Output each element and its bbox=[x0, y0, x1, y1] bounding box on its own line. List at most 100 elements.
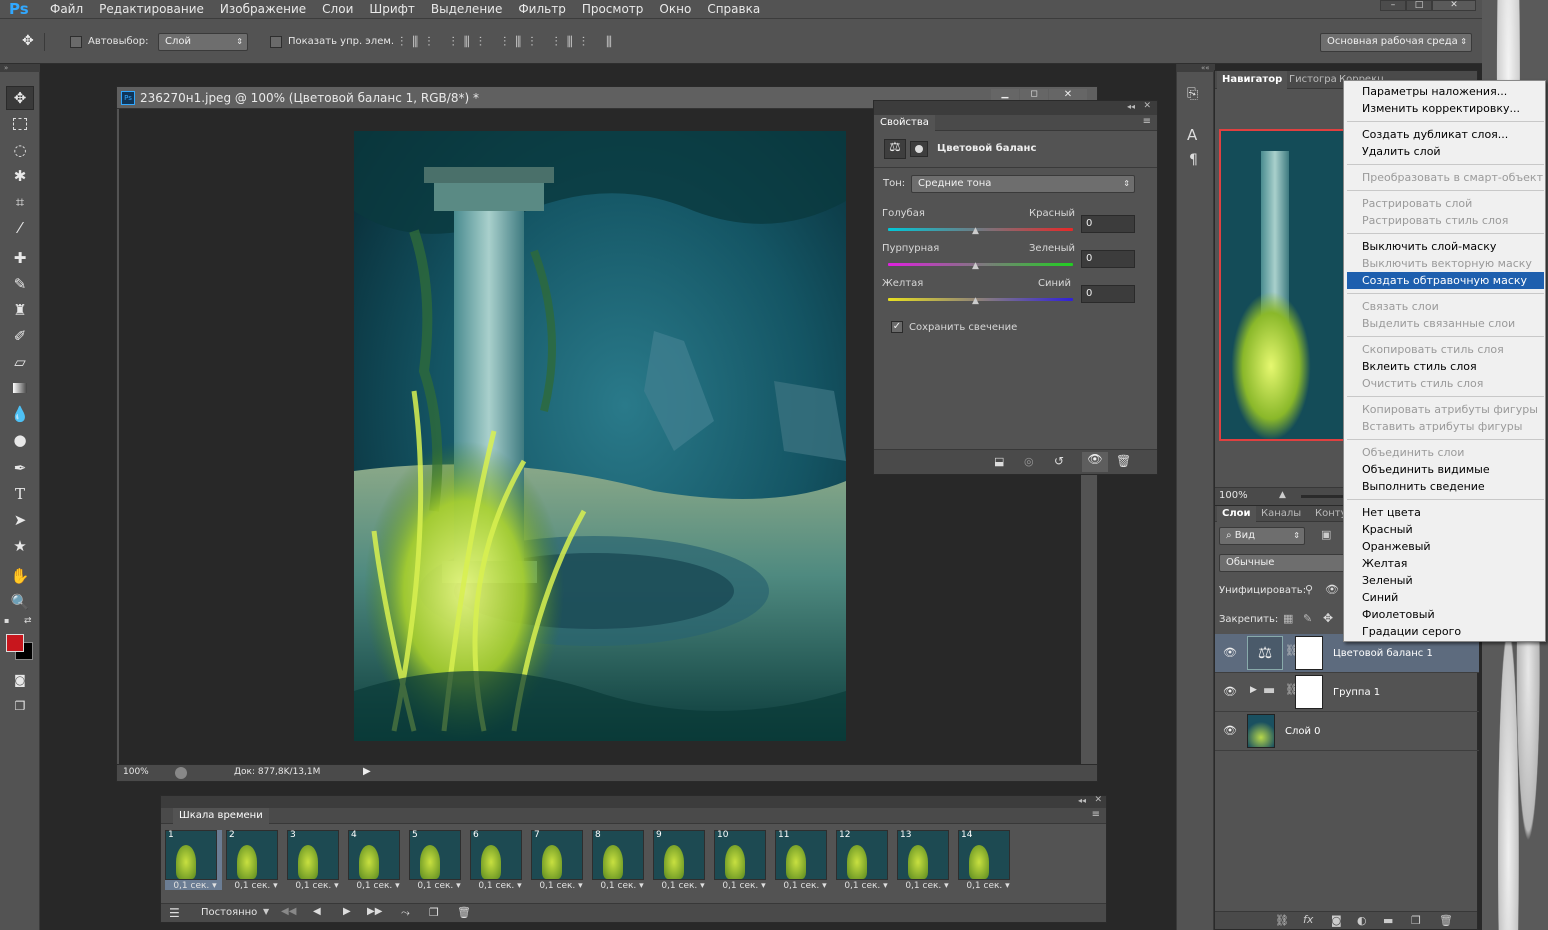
previous-frame-icon[interactable]: ◀ bbox=[313, 906, 321, 917]
align-distribute-icon[interactable]: ⫶ bbox=[503, 35, 506, 50]
align-distribute-icon[interactable]: ⫶ bbox=[400, 35, 403, 50]
timeline-frame[interactable]: 1 0,1 сек. ▾ bbox=[165, 830, 222, 891]
tween-icon[interactable]: ⤳ bbox=[401, 906, 410, 920]
filter-image-icon[interactable]: ▣ bbox=[1321, 528, 1331, 541]
menu-item[interactable]: Окно bbox=[651, 0, 699, 18]
foreground-color-swatch[interactable] bbox=[6, 634, 24, 652]
zoom-tool-icon[interactable]: 🔍 bbox=[6, 590, 34, 614]
lock-pixels-icon[interactable]: ✎ bbox=[1303, 612, 1312, 625]
timeline-frame[interactable]: 2 0,1 сек. ▾ bbox=[226, 830, 284, 891]
clip-to-layer-icon[interactable]: ⬓ bbox=[994, 455, 1004, 468]
view-previous-icon[interactable]: ◎ bbox=[1024, 455, 1034, 468]
timeline-frame[interactable]: 10 0,1 сек. ▾ bbox=[714, 830, 771, 891]
layer-name[interactable]: Группа 1 bbox=[1333, 687, 1380, 698]
hand-tool-icon[interactable]: ✋ bbox=[6, 564, 34, 588]
collapse-icon[interactable]: ◂◂ bbox=[1078, 796, 1086, 805]
move-tool-preset-icon[interactable]: ✥ bbox=[22, 33, 34, 49]
unify-visibility-icon[interactable]: 👁 bbox=[1325, 583, 1339, 596]
context-menu-item[interactable]: Желтая bbox=[1344, 555, 1545, 572]
close-panel-icon[interactable]: ✕ bbox=[1143, 101, 1151, 111]
frame-duration[interactable]: 0,1 сек. ▾ bbox=[594, 881, 650, 891]
show-transform-checkbox[interactable] bbox=[270, 36, 282, 48]
crop-tool-icon[interactable]: ⌗ bbox=[6, 190, 34, 214]
pen-tool-icon[interactable]: ✒ bbox=[6, 456, 34, 480]
align-distribute-icon[interactable]: ⫶ bbox=[451, 35, 454, 50]
eraser-tool-icon[interactable]: ▱ bbox=[6, 350, 34, 374]
navigator-thumbnail[interactable] bbox=[1219, 129, 1347, 441]
blur-tool-icon[interactable]: 💧 bbox=[6, 402, 34, 426]
type-tool-icon[interactable]: T bbox=[6, 482, 34, 506]
zoom-out-icon[interactable]: ▲ bbox=[1279, 490, 1286, 500]
align-distribute-icon[interactable]: ⫼ bbox=[567, 35, 573, 50]
first-frame-icon[interactable]: ◀◀ bbox=[281, 906, 296, 917]
context-menu-item[interactable]: Удалить слой bbox=[1344, 143, 1545, 160]
context-menu-item[interactable]: Выключить слой-маску bbox=[1344, 238, 1545, 255]
collapse-icon[interactable]: ◂◂ bbox=[1127, 102, 1135, 111]
layer-thumbnail[interactable] bbox=[1247, 714, 1275, 748]
eyedropper-tool-icon[interactable]: ⁄ bbox=[6, 216, 34, 240]
slider-handle[interactable]: ▲ bbox=[972, 296, 979, 306]
menu-item[interactable]: Справка bbox=[699, 0, 768, 18]
frame-duration[interactable]: 0,1 сек. ▾ bbox=[655, 881, 711, 891]
close-panel-icon[interactable]: ✕ bbox=[1094, 795, 1102, 805]
tab-histogram[interactable]: Гистогра bbox=[1289, 71, 1337, 89]
context-menu-item[interactable]: Вклеить стиль слоя bbox=[1344, 358, 1545, 375]
reset-icon[interactable]: ↺ bbox=[1054, 454, 1064, 468]
navigator-zoom[interactable]: 100% bbox=[1219, 490, 1248, 501]
timeline-frame[interactable]: 7 0,1 сек. ▾ bbox=[531, 830, 589, 891]
play-icon[interactable]: ▶ bbox=[343, 906, 351, 917]
history-brush-tool-icon[interactable]: ✐ bbox=[6, 324, 34, 348]
tab-navigator[interactable]: Навигатор bbox=[1217, 71, 1288, 89]
timeline-frame[interactable]: 14 0,1 сек. ▾ bbox=[958, 830, 1015, 891]
lock-position-icon[interactable]: ✥ bbox=[1323, 611, 1333, 625]
menu-item[interactable]: Выделение bbox=[423, 0, 510, 18]
tab-timeline[interactable]: Шкала времени bbox=[173, 808, 269, 824]
visibility-eye-icon[interactable]: 👁 bbox=[1223, 685, 1237, 698]
menu-item[interactable]: Просмотр bbox=[574, 0, 652, 18]
cyan-red-value[interactable]: 0 bbox=[1081, 215, 1135, 233]
visibility-eye-icon[interactable]: 👁 bbox=[1223, 646, 1237, 659]
context-menu-item[interactable]: Нет цвета bbox=[1344, 504, 1545, 521]
menu-item[interactable]: Фильтр bbox=[510, 0, 573, 18]
paragraph-icon[interactable]: ¶ bbox=[1189, 152, 1198, 168]
history-icon[interactable]: ⎘ bbox=[1187, 86, 1198, 102]
align-distribute-icon[interactable]: ⫼ bbox=[606, 35, 612, 50]
layer-name[interactable]: Слой 0 bbox=[1285, 726, 1321, 737]
magenta-green-slider[interactable] bbox=[888, 263, 1073, 266]
swap-colors-icon[interactable]: ⇄ bbox=[24, 616, 32, 626]
gradient-tool-icon[interactable] bbox=[6, 376, 34, 400]
timeline-frame[interactable]: 12 0,1 сек. ▾ bbox=[836, 830, 893, 891]
duplicate-frame-icon[interactable]: ❐ bbox=[429, 906, 439, 919]
context-menu-item[interactable]: Фиолетовый bbox=[1344, 606, 1545, 623]
screen-mode-icon[interactable]: ❐ bbox=[6, 694, 34, 718]
close-button[interactable]: ✕ bbox=[1432, 0, 1476, 11]
context-menu-item[interactable]: Объединить видимые bbox=[1344, 461, 1545, 478]
toolbar-collapse-icon[interactable]: » bbox=[0, 64, 40, 72]
visibility-eye-icon[interactable]: 👁 bbox=[1082, 452, 1108, 472]
new-group-icon[interactable]: ▬ bbox=[1383, 914, 1393, 927]
tab-paths[interactable]: Конту bbox=[1315, 506, 1347, 522]
timeline-frame[interactable]: 6 0,1 сек. ▾ bbox=[470, 830, 528, 891]
dock-collapse-icon[interactable]: «« bbox=[1177, 64, 1215, 72]
panel-menu-icon[interactable]: ≡ bbox=[1143, 116, 1151, 127]
character-icon[interactable]: A bbox=[1187, 126, 1197, 144]
frame-duration[interactable]: 0,1 сек. ▾ bbox=[472, 881, 528, 891]
align-distribute-icon[interactable]: ⫶ bbox=[427, 35, 430, 50]
timeline-frame[interactable]: 4 0,1 сек. ▾ bbox=[348, 830, 406, 891]
slider-handle[interactable]: ▲ bbox=[972, 261, 979, 271]
align-distribute-icon[interactable]: ⫶ bbox=[530, 35, 533, 50]
align-distribute-icon[interactable]: ⫼ bbox=[515, 35, 521, 50]
frame-duration[interactable]: 0,1 сек. ▾ bbox=[228, 881, 284, 891]
loop-select[interactable]: Постоянно bbox=[201, 907, 257, 918]
next-frame-icon[interactable]: ▶▶ bbox=[367, 906, 382, 917]
layer-row-group[interactable]: 👁 ▶ ▬ ⛓ Группа 1 bbox=[1215, 673, 1479, 712]
autoselect-dropdown[interactable]: Слой ⇕ bbox=[158, 33, 248, 51]
frame-duration[interactable]: 0,1 сек. ▾ bbox=[899, 881, 955, 891]
frame-duration[interactable]: 0,1 сек. ▾ bbox=[533, 881, 589, 891]
frame-duration[interactable]: 0,1 сек. ▾ bbox=[350, 881, 406, 891]
new-layer-icon[interactable]: ❐ bbox=[1411, 914, 1421, 927]
add-mask-icon[interactable]: ◙ bbox=[1331, 914, 1342, 927]
menu-item[interactable]: Изображение bbox=[212, 0, 314, 18]
lasso-tool-icon[interactable]: ◌ bbox=[6, 138, 34, 162]
fx-icon[interactable]: fx bbox=[1303, 913, 1313, 926]
